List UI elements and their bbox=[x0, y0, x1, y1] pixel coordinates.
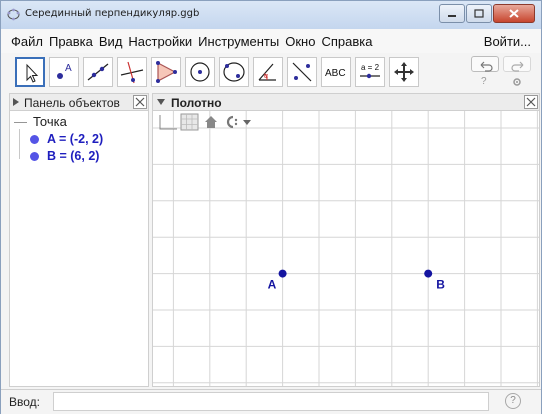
angle-tool-icon: α bbox=[258, 63, 276, 81]
circle-tool-button[interactable] bbox=[185, 57, 215, 87]
algebra-item-point-b[interactable]: B = (6, 2) bbox=[30, 149, 99, 163]
menu-tools[interactable]: Инструменты bbox=[198, 34, 279, 49]
geogebra-app-icon bbox=[7, 8, 20, 21]
point-tool-icon: A bbox=[57, 63, 72, 79]
slider-tool-label: a = 2 bbox=[361, 63, 380, 72]
folder-label: Точка bbox=[33, 114, 67, 129]
point-tool-button[interactable]: A bbox=[49, 57, 79, 87]
reflect-tool-icon bbox=[292, 62, 312, 82]
algebra-view: — Точка A = (-2, 2) B = (6, 2) bbox=[9, 111, 149, 387]
maximize-button[interactable] bbox=[466, 4, 492, 23]
move-graphics-view-tool-icon bbox=[394, 62, 414, 82]
polygon-tool-button[interactable] bbox=[151, 57, 181, 87]
point-label-a: A bbox=[268, 278, 277, 292]
undo-button[interactable] bbox=[471, 56, 499, 72]
input-bar: Ввод: ? bbox=[1, 389, 541, 414]
window-title: Серединный перпендикуляр.ggb bbox=[25, 8, 200, 19]
undo-icon bbox=[480, 61, 493, 72]
minimize-button[interactable] bbox=[439, 4, 465, 23]
svg-text:α: α bbox=[264, 73, 268, 80]
reflect-tool-button[interactable] bbox=[287, 57, 317, 87]
maximize-icon bbox=[474, 9, 484, 18]
line-tool-button[interactable] bbox=[83, 57, 113, 87]
menu-window[interactable]: Окно bbox=[285, 34, 315, 49]
move-tool-button[interactable] bbox=[15, 57, 45, 87]
point-a[interactable] bbox=[278, 269, 287, 278]
window-controls bbox=[438, 4, 535, 23]
input-label: Ввод: bbox=[9, 395, 40, 409]
point-capturing-dropdown-icon[interactable] bbox=[221, 113, 257, 131]
text-tool-label: ABC bbox=[325, 68, 346, 79]
graphics-panel-header: Полотно bbox=[152, 93, 540, 111]
visibility-toggle-icon[interactable] bbox=[30, 152, 39, 161]
angle-tool-button[interactable]: α bbox=[253, 57, 283, 87]
algebra-panel-header: Панель объектов bbox=[9, 93, 149, 111]
circle-center-point-tool-icon bbox=[190, 62, 210, 82]
algebra-panel-title: Панель объектов bbox=[24, 96, 120, 110]
visibility-toggle-icon[interactable] bbox=[30, 135, 39, 144]
collapse-triangle-icon[interactable] bbox=[157, 99, 165, 105]
line-tool-icon bbox=[87, 63, 109, 81]
minimize-icon bbox=[448, 15, 456, 17]
close-graphics-panel-icon[interactable] bbox=[524, 95, 538, 109]
algebra-item-point-a[interactable]: A = (-2, 2) bbox=[30, 132, 103, 146]
conic-tool-button[interactable] bbox=[219, 57, 249, 87]
move-tool-icon bbox=[26, 63, 39, 83]
svg-text:A: A bbox=[65, 63, 72, 74]
undo-redo-group: ? bbox=[471, 56, 533, 90]
close-icon bbox=[509, 9, 519, 18]
perpendicular-line-tool-icon bbox=[120, 61, 144, 84]
menu-edit[interactable]: Правка bbox=[49, 34, 93, 49]
sign-in-link[interactable]: Войти... bbox=[484, 34, 531, 49]
text-tool-button[interactable]: ABC bbox=[321, 57, 351, 87]
close-window-button[interactable] bbox=[493, 4, 535, 23]
menu-file[interactable]: Файл bbox=[11, 34, 43, 49]
algebra-item-label: A = (-2, 2) bbox=[47, 132, 104, 146]
graphics-style-bar bbox=[157, 113, 259, 131]
point-label-b: B bbox=[436, 278, 445, 292]
slider-tool-button[interactable]: a = 2 bbox=[355, 57, 385, 87]
toolbar-help-icon[interactable]: ? bbox=[481, 76, 487, 87]
title-bar: Серединный перпендикуляр.ggb bbox=[1, 1, 541, 30]
algebra-item-label: B = (6, 2) bbox=[47, 149, 100, 163]
geogebra-window: Серединный перпендикуляр.ggb Файл Правка… bbox=[0, 0, 542, 414]
graphics-panel-title: Полотно bbox=[171, 96, 222, 110]
coordinate-grid: AB bbox=[153, 111, 539, 386]
tree-connector bbox=[19, 129, 20, 159]
point-b[interactable] bbox=[424, 269, 433, 278]
axes-toggle-icon[interactable] bbox=[157, 113, 179, 131]
settings-gear-icon[interactable] bbox=[512, 77, 522, 87]
move-graphics-view-tool-button[interactable] bbox=[389, 57, 419, 87]
slider-tool-icon: a = 2 bbox=[360, 63, 380, 79]
conic-five-points-tool-icon bbox=[223, 62, 245, 82]
graphics-view[interactable]: AB bbox=[152, 111, 540, 387]
collapse-triangle-icon[interactable] bbox=[13, 98, 19, 106]
perpendicular-line-tool-button[interactable] bbox=[117, 57, 147, 87]
polygon-tool-icon bbox=[156, 61, 177, 83]
text-tool-icon: ABC bbox=[325, 68, 346, 79]
redo-button[interactable] bbox=[503, 56, 531, 72]
grid-toggle-icon[interactable] bbox=[179, 113, 201, 131]
menu-help[interactable]: Справка bbox=[321, 34, 372, 49]
input-help-icon[interactable]: ? bbox=[505, 393, 521, 409]
menu-options[interactable]: Настройки bbox=[128, 34, 192, 49]
toolbar: A α ABC a = 2 ? bbox=[1, 53, 541, 93]
menu-bar: Файл Правка Вид Настройки Инструменты Ок… bbox=[1, 29, 541, 53]
menu-view[interactable]: Вид bbox=[99, 34, 123, 49]
redo-icon bbox=[511, 61, 524, 72]
input-field[interactable] bbox=[53, 392, 489, 411]
home-view-icon[interactable] bbox=[203, 113, 219, 131]
point-folder[interactable]: — Точка bbox=[14, 114, 67, 129]
close-algebra-panel-icon[interactable] bbox=[133, 95, 147, 109]
